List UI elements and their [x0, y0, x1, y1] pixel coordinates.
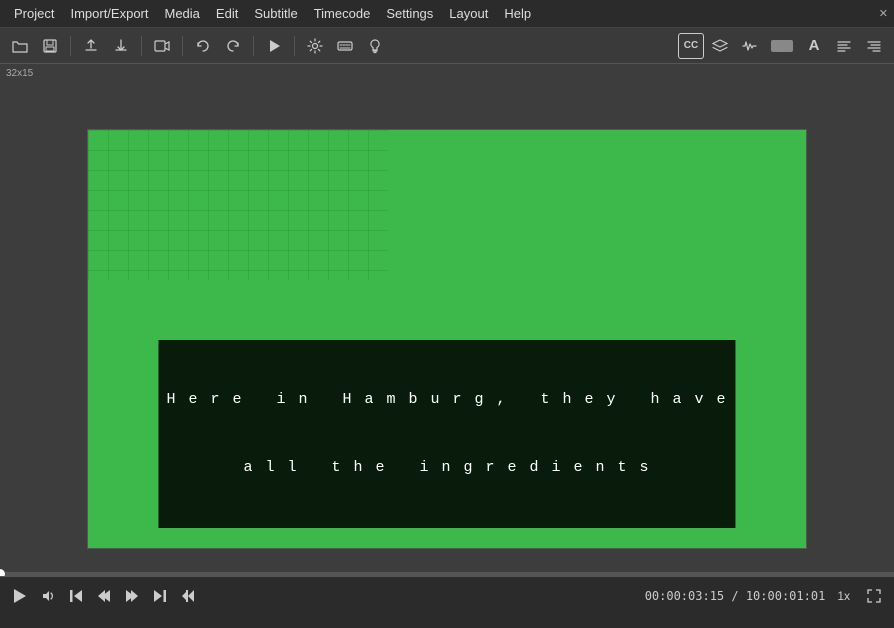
film-export-button[interactable]	[148, 33, 176, 59]
redo-button[interactable]	[219, 33, 247, 59]
menu-project[interactable]: Project	[6, 4, 62, 23]
subtitle-line2: a l l t h e i n g r e d i e n t s	[166, 457, 727, 480]
toolbar-separator-3	[182, 36, 183, 56]
export-button[interactable]	[107, 33, 135, 59]
menu-subtitle[interactable]: Subtitle	[246, 4, 305, 23]
playback-bar: 00:00:03:15 / 10:00:01:01 1x	[0, 576, 894, 614]
toolbar-separator-4	[253, 36, 254, 56]
save-button[interactable]	[36, 33, 64, 59]
undo-button[interactable]	[189, 33, 217, 59]
open-folder-button[interactable]	[6, 33, 34, 59]
keyboard-button[interactable]	[331, 33, 359, 59]
layers-button[interactable]	[706, 33, 734, 59]
menu-help[interactable]: Help	[496, 4, 539, 23]
speed-display: 1x	[837, 589, 850, 603]
menu-layout[interactable]: Layout	[441, 4, 496, 23]
text-align-right-button[interactable]	[860, 33, 888, 59]
text-style-button[interactable]: A	[800, 33, 828, 59]
subtitle-line1: H e r e i n H a m b u r g , t h e y h a …	[166, 389, 727, 412]
menu-media[interactable]: Media	[157, 4, 208, 23]
grid-overlay	[88, 130, 388, 280]
subtitle-overlay: H e r e i n H a m b u r g , t h e y h a …	[158, 340, 735, 528]
import-button[interactable]	[77, 33, 105, 59]
menu-bar: Project Import/Export Media Edit Subtitl…	[0, 0, 894, 28]
toolbar-separator-5	[294, 36, 295, 56]
toolbar: CC A	[0, 28, 894, 64]
video-area: 32x15 H e r e i n H a m b u r g , t h e …	[0, 64, 894, 614]
step-back-button[interactable]	[92, 584, 116, 608]
cc-button[interactable]: CC	[678, 33, 704, 59]
reverse-button[interactable]	[176, 584, 200, 608]
menu-timecode[interactable]: Timecode	[306, 4, 379, 23]
toolbar-separator-2	[141, 36, 142, 56]
skip-end-button[interactable]	[148, 584, 172, 608]
fullscreen-button[interactable]	[862, 584, 886, 608]
toolbar-right: CC A	[678, 33, 888, 59]
color-block-button[interactable]	[766, 33, 798, 59]
play-button[interactable]	[8, 584, 32, 608]
toolbar-separator-1	[70, 36, 71, 56]
play-forward-button[interactable]	[260, 33, 288, 59]
menu-importexport[interactable]: Import/Export	[62, 4, 156, 23]
window-close-icon[interactable]: ✕	[879, 7, 888, 20]
skip-start-button[interactable]	[64, 584, 88, 608]
settings-button[interactable]	[301, 33, 329, 59]
menu-settings[interactable]: Settings	[378, 4, 441, 23]
subtitle-text: H e r e i n H a m b u r g , t h e y h a …	[158, 340, 735, 528]
lightbulb-button[interactable]	[361, 33, 389, 59]
step-forward-button[interactable]	[120, 584, 144, 608]
video-canvas[interactable]: H e r e i n H a m b u r g , t h e y h a …	[87, 129, 807, 549]
menu-edit[interactable]: Edit	[208, 4, 246, 23]
text-align-left-button[interactable]	[830, 33, 858, 59]
volume-button[interactable]	[36, 584, 60, 608]
dimension-label: 32x15	[6, 68, 33, 79]
timecode-display: 00:00:03:15 / 10:00:01:01	[645, 589, 826, 603]
waveform-button[interactable]	[736, 33, 764, 59]
